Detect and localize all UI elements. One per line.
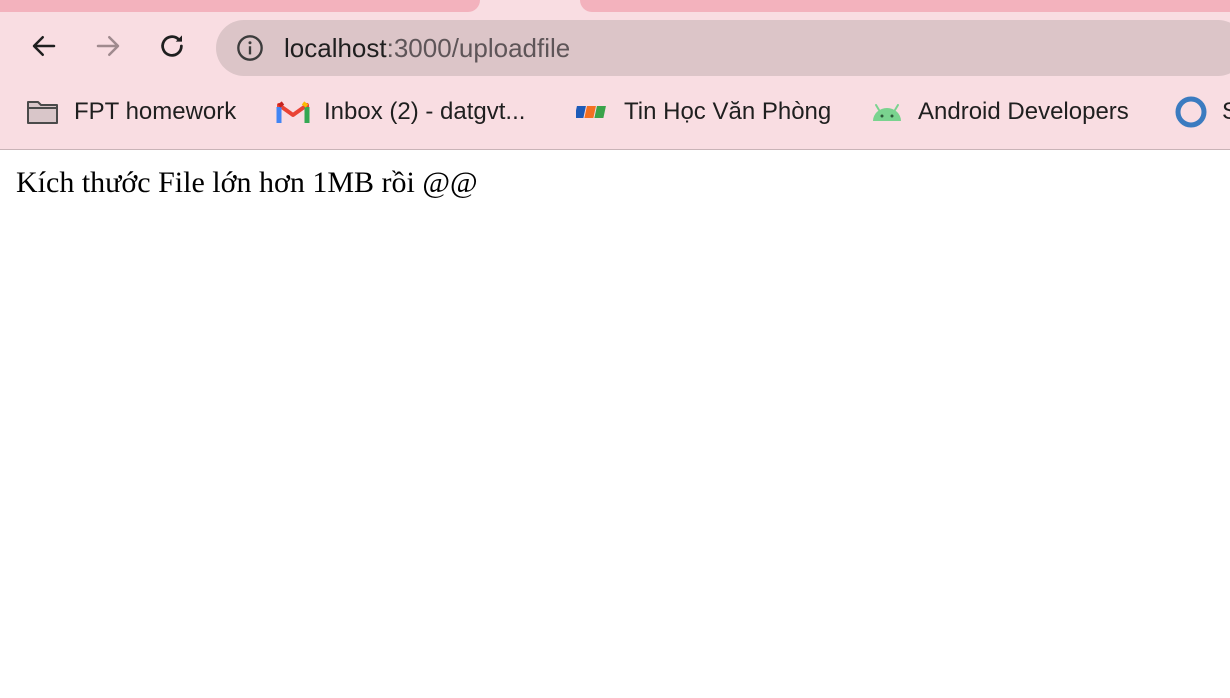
url-text[interactable]: localhost:3000/uploadfile bbox=[284, 20, 570, 76]
inactive-tab-right[interactable] bbox=[580, 0, 1230, 12]
bookmark-label: Inbox (2) - datgvt... bbox=[324, 98, 526, 125]
circle-icon bbox=[1174, 96, 1208, 128]
info-icon bbox=[237, 35, 263, 61]
fpt-icon bbox=[576, 97, 610, 127]
bookmark-label: S bbox=[1222, 98, 1230, 126]
bookmark-label: Tin Học Văn Phòng bbox=[624, 98, 832, 125]
bookmark-s[interactable]: S bbox=[1174, 90, 1230, 134]
arrow-right-icon bbox=[96, 36, 120, 56]
site-info-icon[interactable] bbox=[236, 34, 264, 62]
folder-icon bbox=[26, 97, 60, 127]
arrow-left-icon bbox=[32, 36, 56, 56]
bookmark-label: Android Developers bbox=[918, 98, 1129, 125]
inactive-tab-left[interactable] bbox=[0, 0, 480, 12]
bookmarks-bar: FPT homework Inbox (2) - datgvt... Tin H… bbox=[0, 90, 1230, 134]
browser-chrome: localhost:3000/uploadfile FPT homework I… bbox=[0, 0, 1230, 150]
forward-button[interactable] bbox=[88, 26, 128, 66]
url-host: localhost bbox=[284, 33, 387, 63]
bookmark-fpt-homework[interactable]: FPT homework bbox=[26, 90, 236, 134]
bookmark-inbox[interactable]: Inbox (2) - datgvt... bbox=[276, 90, 525, 134]
reload-icon bbox=[161, 35, 183, 57]
tab-strip bbox=[0, 0, 1230, 12]
bookmark-android-developers[interactable]: Android Developers bbox=[870, 90, 1129, 134]
android-icon bbox=[870, 97, 904, 127]
back-button[interactable] bbox=[24, 26, 64, 66]
bookmark-tin-hoc-van-phong[interactable]: Tin Học Văn Phòng bbox=[576, 90, 831, 134]
address-bar[interactable]: localhost:3000/uploadfile bbox=[216, 20, 1230, 76]
gmail-icon bbox=[276, 97, 310, 127]
error-message: Kích thước File lớn hơn 1MB rồi @@ bbox=[16, 166, 478, 199]
url-path: :3000/uploadfile bbox=[386, 33, 571, 63]
bookmark-label: FPT homework bbox=[74, 98, 237, 125]
reload-button[interactable] bbox=[152, 26, 192, 66]
